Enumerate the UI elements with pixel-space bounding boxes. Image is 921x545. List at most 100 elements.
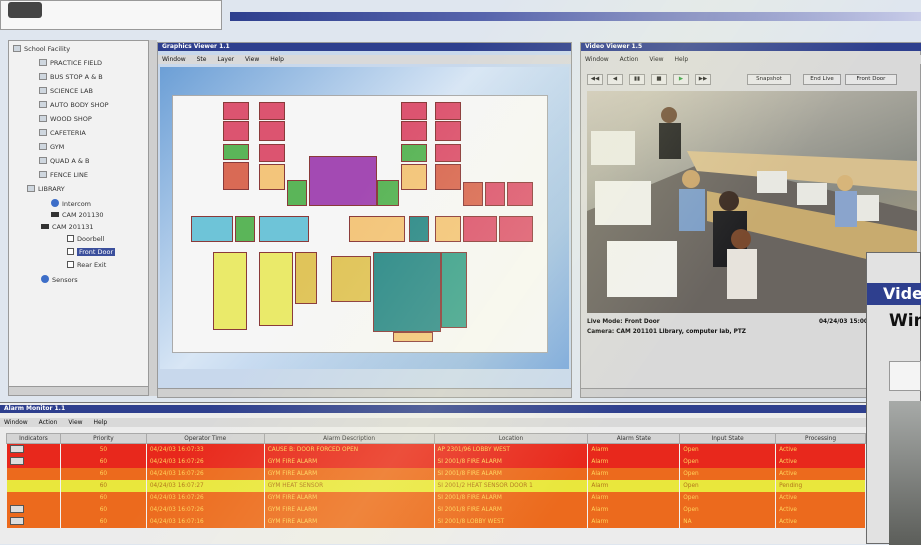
menu-help[interactable]: Help (674, 56, 688, 63)
tree-item-doorbell[interactable]: Doorbell (67, 235, 104, 243)
room[interactable] (401, 144, 427, 162)
room[interactable] (223, 121, 249, 141)
room[interactable] (401, 121, 427, 141)
menu-action[interactable]: Action (620, 56, 639, 63)
room[interactable] (223, 162, 249, 190)
menu-help[interactable]: Help (93, 419, 107, 426)
room[interactable] (463, 182, 483, 206)
room[interactable] (441, 252, 467, 328)
room[interactable] (223, 102, 249, 120)
tree-item-sensors[interactable]: Sensors (41, 275, 78, 284)
alarm-row-selected[interactable]: 60 04/24/03 16:07:27 GYM HEAT SENSOR SI … (6, 479, 866, 492)
room[interactable] (259, 102, 285, 120)
room[interactable] (349, 216, 405, 242)
menu-window[interactable]: Window (4, 419, 28, 426)
tree-item-cam-201130[interactable]: CAM 201130 (51, 211, 103, 219)
rewind-button[interactable]: ◀◀ (587, 74, 603, 85)
col-processing[interactable]: Processing (775, 433, 866, 444)
tree-item-quad[interactable]: QUAD A & B (39, 157, 90, 165)
tree-item-cafeteria[interactable]: CAFETERIA (39, 129, 86, 137)
tree-item-fence-line[interactable]: FENCE LINE (39, 171, 88, 179)
room[interactable] (259, 216, 309, 242)
room[interactable] (435, 216, 461, 242)
second-video-titlebar[interactable]: Video (867, 283, 921, 305)
room[interactable] (295, 252, 317, 304)
room[interactable] (401, 164, 427, 190)
col-location[interactable]: Location (433, 433, 589, 444)
tree-item-auto-body-shop[interactable]: AUTO BODY SHOP (39, 101, 109, 109)
alarm-row[interactable]: 60 04/24/03 16:07:16 GYM FIRE ALARM SI 2… (6, 515, 866, 528)
camera-select[interactable]: Front Door (845, 74, 897, 85)
alarm-row[interactable]: 50 04/24/03 16:07:33 CAUSE B: DOOR FORCE… (6, 443, 866, 456)
room[interactable] (409, 216, 429, 242)
map-horizontal-scrollbar[interactable] (158, 388, 571, 397)
menu-view[interactable]: View (245, 56, 259, 63)
alarm-row[interactable]: 60 04/24/03 16:07:26 GYM FIRE ALARM SI 2… (6, 455, 866, 468)
menu-action[interactable]: Action (39, 419, 58, 426)
col-operator-time[interactable]: Operator Time (145, 433, 265, 444)
play-button[interactable]: ▶ (673, 74, 689, 85)
room[interactable] (499, 216, 533, 242)
alarm-monitor-titlebar[interactable]: Alarm Monitor 1.1 (0, 405, 866, 413)
col-alarm-state[interactable]: Alarm State (587, 433, 681, 444)
col-alarm-description[interactable]: Alarm Description (263, 433, 435, 444)
school-floor-plan[interactable] (172, 95, 548, 353)
tree-item-front-door[interactable]: Front Door (67, 248, 116, 256)
tree-item-practice-field[interactable]: PRACTICE FIELD (39, 59, 102, 67)
menu-window[interactable]: Window (585, 56, 609, 63)
room-yellow[interactable] (213, 252, 247, 330)
room[interactable] (435, 164, 461, 190)
end-live-button[interactable]: End Live (803, 74, 841, 85)
alarm-row[interactable]: 60 04/24/03 16:07:26 GYM FIRE ALARM SI 2… (6, 467, 866, 480)
fast-forward-button[interactable]: ▶▶ (695, 74, 711, 85)
room[interactable] (393, 332, 433, 342)
menu-layer[interactable]: Layer (217, 56, 234, 63)
room[interactable] (259, 164, 285, 190)
col-indicators[interactable]: Indicators (6, 433, 61, 444)
room-yellow[interactable] (259, 252, 293, 326)
room[interactable] (435, 102, 461, 120)
menu-help[interactable]: Help (270, 56, 284, 63)
room-purple[interactable] (309, 156, 377, 206)
tree-item-bus-stop[interactable]: BUS STOP A & B (39, 73, 103, 81)
room[interactable] (485, 182, 505, 206)
tree-vertical-scrollbar[interactable] (148, 40, 157, 396)
second-video-menu-window[interactable]: Win (889, 311, 921, 331)
menu-window[interactable]: Window (162, 56, 186, 63)
tree-item-gym[interactable]: GYM (39, 143, 64, 151)
room[interactable] (377, 180, 399, 206)
col-priority[interactable]: Priority (59, 433, 147, 444)
tree-item-library[interactable]: LIBRARY (27, 185, 65, 193)
room[interactable] (259, 121, 285, 141)
tree-horizontal-scrollbar[interactable] (9, 386, 153, 395)
stop-button[interactable]: ■ (651, 74, 667, 85)
room[interactable] (191, 216, 233, 242)
alarm-row[interactable]: 60 04/24/03 16:07:26 GYM FIRE ALARM SI 2… (6, 491, 866, 504)
menu-view[interactable]: View (649, 56, 663, 63)
menu-view[interactable]: View (68, 419, 82, 426)
room[interactable] (287, 180, 307, 206)
room[interactable] (463, 216, 497, 242)
tree-item-rear-exit[interactable]: Rear Exit (67, 261, 106, 269)
room[interactable] (223, 144, 249, 160)
graphics-viewer-titlebar[interactable]: Graphics Viewer 1.1 (158, 43, 571, 51)
tree-item-wood-shop[interactable]: WOOD SHOP (39, 115, 92, 123)
alarm-row[interactable]: 60 04/24/03 16:07:26 GYM FIRE ALARM SI 2… (6, 503, 866, 516)
pause-button[interactable]: ▮▮ (629, 74, 645, 85)
room[interactable] (235, 216, 255, 242)
second-video-nav-button[interactable] (889, 361, 921, 391)
room[interactable] (507, 182, 533, 206)
menu-site[interactable]: Ste (197, 56, 207, 63)
tree-item-intercom[interactable]: Intercom (51, 199, 91, 208)
room[interactable] (401, 102, 427, 120)
room[interactable] (435, 144, 461, 162)
video-viewer-titlebar[interactable]: Video Viewer 1.5 (581, 43, 921, 51)
room[interactable] (331, 256, 371, 302)
snapshot-button[interactable]: Snapshot (747, 74, 791, 85)
tree-root[interactable]: School Facility (13, 45, 70, 53)
tree-item-science-lab[interactable]: SCIENCE LAB (39, 87, 93, 95)
col-input-state[interactable]: Input State (679, 433, 777, 444)
room[interactable] (259, 144, 285, 162)
room-teal[interactable] (373, 252, 441, 332)
room[interactable] (435, 121, 461, 141)
